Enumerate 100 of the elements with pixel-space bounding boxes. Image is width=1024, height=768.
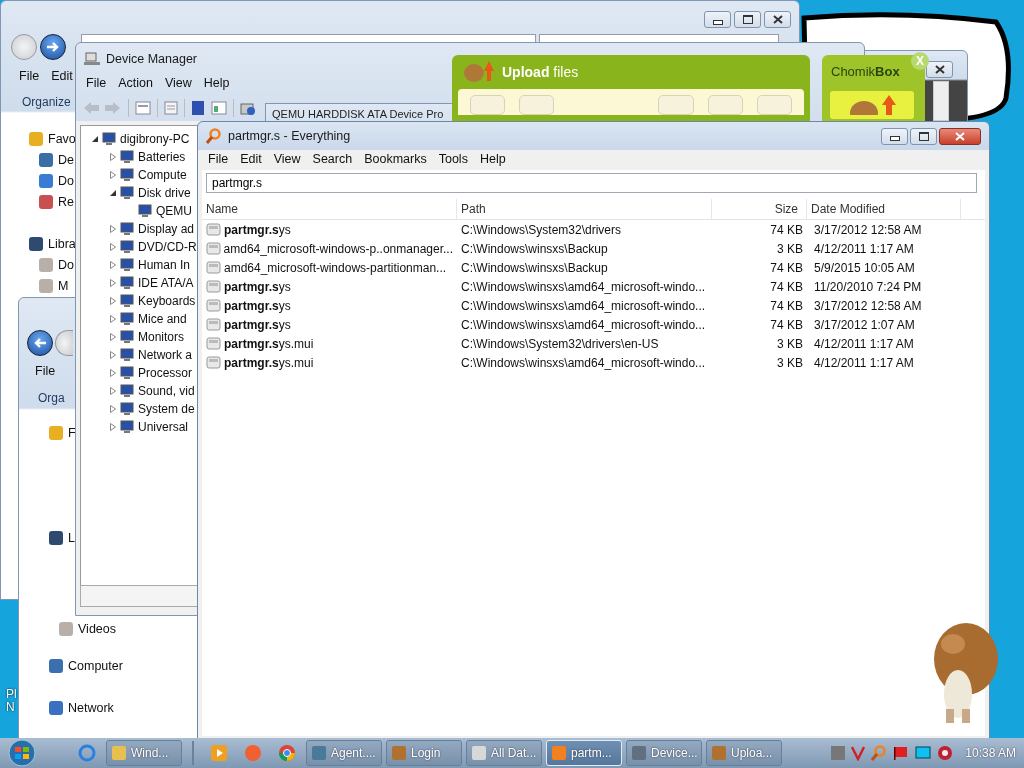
- collapsed-arrow-icon[interactable]: [109, 279, 117, 287]
- search-field[interactable]: partmgr.s: [206, 173, 977, 193]
- toolbar-button[interactable]: Organize: [21, 93, 72, 111]
- menu-item[interactable]: Action: [112, 74, 159, 92]
- properties-icon[interactable]: [135, 101, 151, 115]
- scrollbar[interactable]: [933, 81, 949, 121]
- collapsed-arrow-icon[interactable]: [109, 243, 117, 251]
- column-header[interactable]: Size: [712, 199, 807, 219]
- search-field[interactable]: [539, 34, 779, 42]
- tree-item[interactable]: Keyboards: [138, 294, 196, 308]
- close-button[interactable]: [764, 11, 791, 28]
- tree-item[interactable]: Mice and: [138, 312, 187, 326]
- taskbar-button[interactable]: partm...: [546, 740, 622, 766]
- menu-item[interactable]: Search: [306, 150, 359, 168]
- tree-item[interactable]: digibrony-PC: [120, 132, 190, 146]
- tree-item[interactable]: IDE ATA/A: [138, 276, 194, 290]
- upload-button[interactable]: [830, 91, 914, 119]
- nav-item[interactable]: Libra: [48, 236, 76, 251]
- minimize-button[interactable]: [704, 11, 731, 28]
- nav-item[interactable]: L: [68, 530, 75, 545]
- tree-item[interactable]: QEMU: [156, 204, 192, 218]
- menu-item[interactable]: Edit: [45, 67, 79, 85]
- expanded-arrow-icon[interactable]: [91, 135, 99, 143]
- menu-item[interactable]: Help: [473, 150, 512, 168]
- file-name: partmgr.sys: [224, 222, 291, 237]
- menu-item[interactable]: View: [267, 150, 307, 168]
- collapsed-arrow-icon[interactable]: [109, 171, 117, 179]
- close-button[interactable]: [939, 127, 981, 145]
- collapsed-arrow-icon[interactable]: [109, 225, 117, 233]
- collapsed-arrow-icon[interactable]: [109, 333, 117, 341]
- tree-item[interactable]: Sound, vid: [138, 384, 195, 398]
- tray-icon[interactable]: [831, 746, 846, 760]
- tree-item[interactable]: System de: [138, 402, 195, 416]
- menu-item[interactable]: File: [80, 74, 113, 92]
- column-header[interactable]: Name: [202, 199, 457, 219]
- file-size: 3 KB: [776, 336, 804, 351]
- menu-item[interactable]: Bookmarks: [358, 150, 433, 168]
- menu-item[interactable]: File: [29, 362, 62, 380]
- tree-item[interactable]: DVD/CD-R: [138, 240, 197, 254]
- nav-item[interactable]: Network: [68, 700, 114, 715]
- file-path: C:\Windows\winsxs\Backup: [460, 241, 609, 256]
- forward-button[interactable]: [40, 34, 66, 60]
- tree-item[interactable]: Human In: [138, 258, 191, 272]
- collapsed-arrow-icon[interactable]: [109, 405, 117, 413]
- back-button[interactable]: [27, 330, 53, 356]
- collapsed-arrow-icon[interactable]: [109, 351, 117, 359]
- menu-item[interactable]: File: [202, 150, 235, 168]
- panel-icon[interactable]: [211, 101, 227, 115]
- collapsed-arrow-icon[interactable]: [109, 315, 117, 323]
- device-icon: [120, 348, 135, 362]
- v-icon[interactable]: [851, 745, 866, 761]
- column-header[interactable]: Path: [457, 199, 712, 219]
- menu-item[interactable]: File: [13, 67, 46, 85]
- expanded-arrow-icon[interactable]: [109, 189, 117, 197]
- nav-item[interactable]: Do: [58, 257, 74, 272]
- media-player-icon[interactable]: [210, 744, 228, 762]
- toolbar-button[interactable]: Orga: [37, 389, 66, 407]
- nav-item[interactable]: Re: [58, 194, 74, 209]
- file-path: C:\Windows\winsxs\amd64_microsoft-windo...: [460, 355, 707, 370]
- file-size: 74 KB: [769, 298, 804, 313]
- tree-item[interactable]: Universal: [138, 420, 188, 434]
- nav-item[interactable]: Do: [58, 173, 74, 188]
- collapsed-arrow-icon[interactable]: [109, 297, 117, 305]
- collapsed-arrow-icon[interactable]: [109, 369, 117, 377]
- menu-item[interactable]: Help: [197, 74, 236, 92]
- scan-hardware-icon[interactable]: [240, 100, 256, 116]
- collapsed-arrow-icon[interactable]: [109, 387, 117, 395]
- file-icon: [206, 337, 221, 350]
- nav-item[interactable]: M: [58, 278, 69, 293]
- maximize-button[interactable]: [734, 11, 761, 28]
- tree-item[interactable]: Display ad: [138, 222, 195, 236]
- tree-item[interactable]: Network a: [138, 348, 193, 362]
- menu-item[interactable]: Tools: [432, 150, 474, 168]
- collapsed-arrow-icon[interactable]: [109, 261, 117, 269]
- tree-item[interactable]: Monitors: [138, 330, 184, 344]
- collapsed-arrow-icon[interactable]: [109, 153, 117, 161]
- minimize-button[interactable]: [881, 127, 908, 145]
- menu-item[interactable]: Edit: [234, 150, 268, 168]
- chrome-icon[interactable]: [278, 744, 296, 762]
- device-icon: [120, 276, 135, 290]
- nav-item[interactable]: De: [58, 152, 74, 167]
- tree-item[interactable]: Compute: [138, 168, 187, 182]
- nav-item[interactable]: F: [68, 425, 76, 440]
- menu-item[interactable]: View: [158, 74, 198, 92]
- nav-item[interactable]: Videos: [78, 621, 116, 636]
- flag-icon[interactable]: [893, 746, 910, 760]
- nav-item[interactable]: Favo: [48, 131, 76, 146]
- address-field[interactable]: [81, 34, 536, 42]
- device-icon: [120, 402, 135, 416]
- nav-item[interactable]: Computer: [68, 658, 123, 673]
- tree-item[interactable]: Disk drive: [138, 186, 191, 200]
- collapsed-arrow-icon[interactable]: [109, 423, 117, 431]
- column-header[interactable]: Date Modified: [807, 199, 961, 219]
- tree-item[interactable]: Processor: [138, 366, 193, 380]
- maximize-button[interactable]: [910, 127, 937, 145]
- tree-item[interactable]: Batteries: [138, 150, 186, 164]
- monitor-icon[interactable]: [915, 746, 932, 760]
- file-size: 3 KB: [776, 241, 804, 256]
- close-button[interactable]: [926, 61, 953, 78]
- list-icon[interactable]: [164, 101, 178, 115]
